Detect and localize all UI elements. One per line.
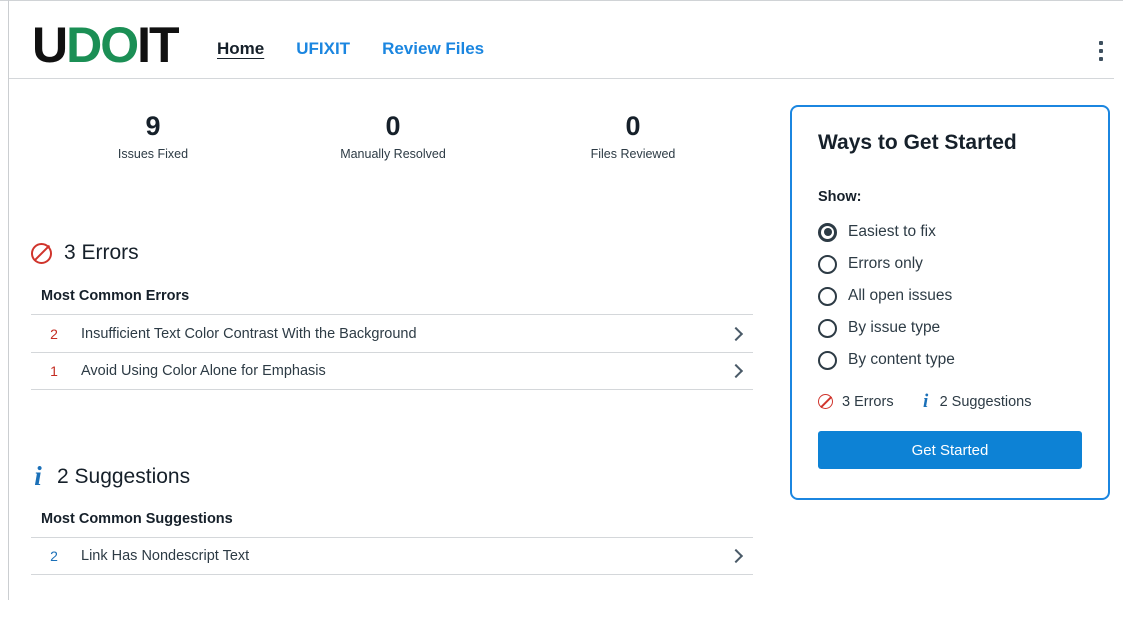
main-nav: Home UFIXIT Review Files xyxy=(217,39,484,59)
radio-button[interactable] xyxy=(818,222,837,242)
suggestion-count: 2 xyxy=(50,548,58,564)
stat-value: 9 xyxy=(145,111,161,141)
nav-item-ufixit[interactable]: UFIXIT xyxy=(296,39,350,59)
stat-value: 0 xyxy=(625,111,641,141)
nav-item-review-files[interactable]: Review Files xyxy=(382,39,484,59)
radio-button[interactable] xyxy=(818,318,837,338)
error-label: Avoid Using Color Alone for Emphasis xyxy=(81,363,326,379)
radio-option-easiest-to-fix[interactable]: Easiest to fix xyxy=(818,216,1082,248)
chevron-right-icon[interactable] xyxy=(727,547,745,565)
radio-option-by-content-type[interactable]: By content type xyxy=(818,344,1082,376)
radio-label: All open issues xyxy=(848,287,953,304)
radio-option-all-open-issues[interactable]: All open issues xyxy=(818,280,1082,312)
table-row[interactable]: 1 Avoid Using Color Alone for Emphasis xyxy=(31,352,753,390)
most-common-suggestions-title: Most Common Suggestions xyxy=(41,511,233,527)
radio-button[interactable] xyxy=(818,254,837,274)
stat-manually-resolved: 0 Manually Resolved xyxy=(273,110,513,161)
show-label: Show: xyxy=(818,189,862,205)
tally-errors-text: 3 Errors xyxy=(842,393,894,410)
logo-text-u: U xyxy=(32,17,68,73)
kebab-dot-1 xyxy=(1099,41,1103,45)
stat-label: Issues Fixed xyxy=(117,147,189,161)
stats-summary: 9 Issues Fixed 0 Manually Resolved 0 Fil… xyxy=(33,110,753,161)
error-prohibition-icon xyxy=(818,394,833,409)
error-prohibition-icon xyxy=(31,242,52,264)
chevron-right-icon[interactable] xyxy=(727,362,745,380)
suggestion-label: Link Has Nondescript Text xyxy=(81,548,250,564)
table-row[interactable]: 2 Link Has Nondescript Text xyxy=(31,537,753,575)
error-label: Insufficient Text Color Contrast With th… xyxy=(81,325,417,342)
show-options-radio-group: Easiest to fix Errors only All open issu… xyxy=(818,216,1082,376)
radio-label: By content type xyxy=(848,351,955,368)
errors-heading: 3 Errors xyxy=(31,241,139,265)
error-count: 1 xyxy=(50,363,58,379)
kebab-dot-2 xyxy=(1099,49,1103,53)
udoit-logo: UDOIT xyxy=(32,17,180,73)
radio-label: Easiest to fix xyxy=(848,223,936,240)
tally-suggestions-text: 2 Suggestions xyxy=(939,393,1032,410)
kebab-dot-3 xyxy=(1099,57,1103,61)
radio-option-errors-only[interactable]: Errors only xyxy=(818,248,1082,280)
get-started-button[interactable]: Get Started xyxy=(818,431,1082,469)
most-common-errors-title: Most Common Errors xyxy=(41,288,190,304)
app-header: UDOIT Home UFIXIT Review Files xyxy=(9,1,1114,79)
nav-item-home[interactable]: Home xyxy=(217,39,264,59)
radio-label: By issue type xyxy=(848,319,941,336)
info-italic-icon: i xyxy=(34,461,42,491)
most-common-suggestions-block: Most Common Suggestions 2 Link Has Nonde… xyxy=(31,511,753,575)
stat-issues-fixed: 9 Issues Fixed xyxy=(33,110,273,161)
viewport-left-border xyxy=(8,0,9,600)
errors-heading-text: 3 Errors xyxy=(64,241,139,264)
stat-label: Manually Resolved xyxy=(340,147,446,161)
panel-issue-tally: 3 Errors i 2 Suggestions xyxy=(818,392,1082,411)
udoit-dashboard-page: UDOIT Home UFIXIT Review Files 9 Issues … xyxy=(0,0,1123,632)
logo-text-do: DO xyxy=(66,17,139,73)
stat-value: 0 xyxy=(385,111,401,141)
radio-option-by-issue-type[interactable]: By issue type xyxy=(818,312,1082,344)
stat-files-reviewed: 0 Files Reviewed xyxy=(513,110,753,161)
ways-to-get-started-panel: Ways to Get Started Show: Easiest to fix… xyxy=(790,105,1110,500)
chevron-right-icon[interactable] xyxy=(727,325,745,343)
info-italic-icon: i xyxy=(922,391,929,412)
table-row[interactable]: 2 Insufficient Text Color Contrast With … xyxy=(31,314,753,352)
radio-label: Errors only xyxy=(848,255,923,272)
suggestions-heading-text: 2 Suggestions xyxy=(57,464,191,488)
radio-button[interactable] xyxy=(818,350,837,370)
radio-button[interactable] xyxy=(818,286,837,306)
stat-label: Files Reviewed xyxy=(590,147,676,161)
suggestions-heading: i 2 Suggestions xyxy=(31,463,190,490)
panel-title: Ways to Get Started xyxy=(818,131,1017,154)
most-common-errors-block: Most Common Errors 2 Insufficient Text C… xyxy=(31,288,753,390)
logo-text-it: IT xyxy=(137,17,179,73)
error-count: 2 xyxy=(50,325,58,342)
kebab-menu-icon[interactable] xyxy=(1092,39,1110,63)
